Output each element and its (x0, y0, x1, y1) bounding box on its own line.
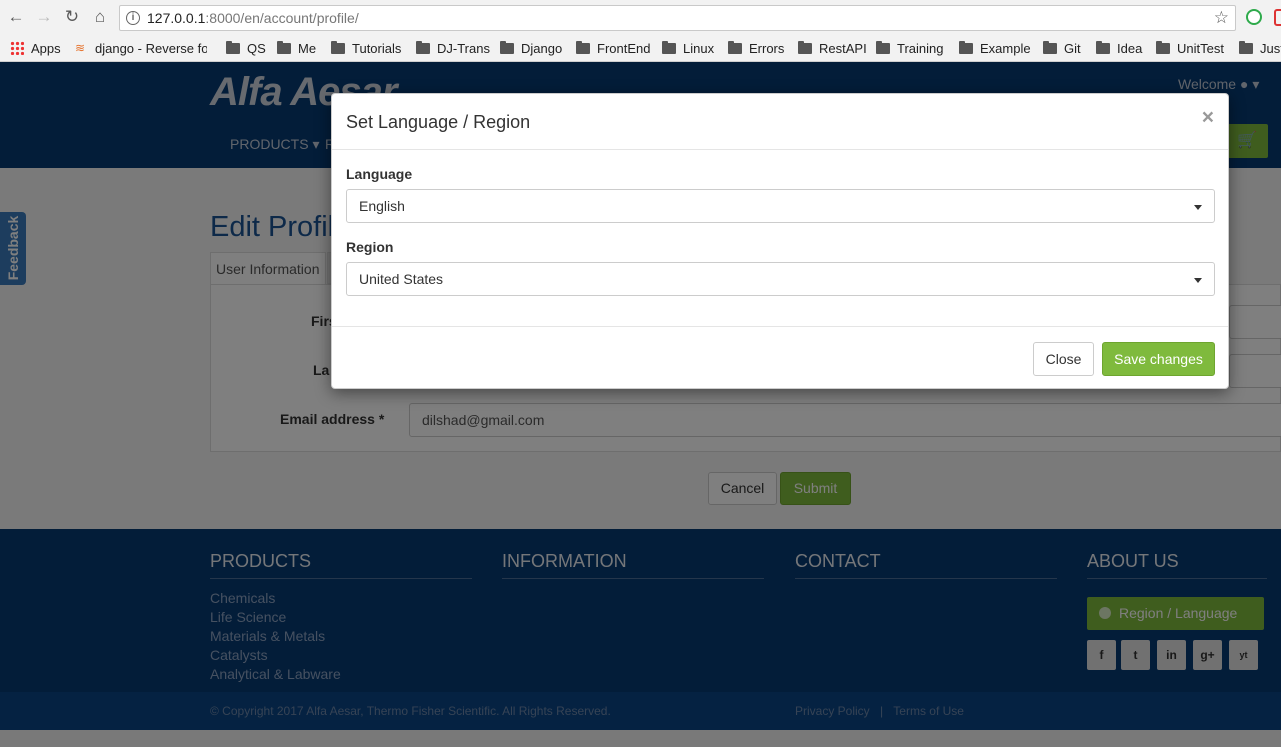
folder-icon (959, 40, 973, 54)
region-selected-value: United States (359, 271, 444, 287)
folder-icon (1043, 40, 1057, 54)
folder-icon (662, 40, 676, 54)
language-region-modal: Set Language / Region × Language English… (331, 93, 1229, 389)
folder-icon (1156, 40, 1170, 54)
bookmark-star-icon[interactable]: ☆ (1214, 8, 1229, 28)
bookmark-label: Idea (1117, 40, 1143, 56)
bookmark-label: Errors (749, 40, 785, 56)
bookmarks-bar: Apps ≋ django - Reverse for QS Me Tutoria… (0, 35, 1281, 62)
folder-icon (798, 40, 812, 54)
bookmark-label: Just (1260, 40, 1281, 56)
info-icon[interactable]: i (126, 11, 140, 25)
bookmark-dj-trans[interactable]: DJ-Trans (416, 39, 490, 57)
language-selected-value: English (359, 198, 405, 214)
home-icon[interactable]: ⌂ (90, 7, 110, 27)
chevron-down-icon (1194, 205, 1202, 210)
bookmark-just[interactable]: Just (1239, 39, 1281, 57)
bookmark-label: Django (521, 40, 563, 56)
save-changes-button[interactable]: Save changes (1102, 342, 1215, 376)
region-label: Region (346, 239, 394, 255)
chevron-down-icon (1194, 278, 1202, 283)
close-icon[interactable]: × (1202, 106, 1214, 130)
bookmark-label: Tutorials (352, 40, 402, 56)
folder-icon (331, 40, 345, 54)
address-bar[interactable]: i 127.0.0.1:8000/en/account/profile/ ☆ (119, 5, 1236, 31)
folder-icon (728, 40, 742, 54)
modal-footer: Close Save changes (332, 326, 1228, 390)
folder-icon (277, 40, 291, 54)
bookmark-label: FrontEnd (597, 40, 651, 56)
bookmark-git[interactable]: Git (1043, 39, 1081, 57)
bookmark-errors[interactable]: Errors (728, 39, 784, 57)
bookmark-django-reverse[interactable]: ≋ django - Reverse for (75, 39, 207, 57)
back-arrow-icon[interactable]: ← (6, 7, 26, 27)
folder-icon (500, 40, 514, 54)
bookmark-label: QS (247, 40, 266, 56)
bookmark-training[interactable]: Training (876, 39, 943, 57)
folder-icon (1239, 40, 1253, 54)
bookmark-label: django - Reverse for (95, 40, 207, 56)
bookmark-apps[interactable]: Apps (10, 39, 61, 57)
browser-toolbar: ← → ↻ ⌂ i 127.0.0.1:8000/en/account/prof… (0, 0, 1281, 35)
modal-header: Set Language / Region × (332, 94, 1228, 150)
bookmark-tutorials[interactable]: Tutorials (331, 39, 401, 57)
language-label: Language (346, 166, 413, 182)
modal-title: Set Language / Region (346, 112, 531, 132)
reload-icon[interactable]: ↻ (62, 7, 82, 27)
bookmark-linux[interactable]: Linux (662, 39, 714, 57)
stackoverflow-icon: ≋ (75, 41, 86, 55)
close-button[interactable]: Close (1033, 342, 1094, 376)
bookmark-label: DJ-Trans (437, 40, 490, 56)
forward-arrow-icon[interactable]: → (34, 7, 54, 27)
bookmark-django[interactable]: Django (500, 39, 562, 57)
bookmark-label: RestAPI (819, 40, 867, 56)
bookmark-label: Example (980, 40, 1031, 56)
bookmark-idea[interactable]: Idea (1096, 39, 1142, 57)
bookmark-qs[interactable]: QS (226, 39, 266, 57)
folder-icon (576, 40, 590, 54)
folder-icon (226, 40, 240, 54)
bookmark-label: Linux (683, 40, 715, 56)
hangouts-extension-icon[interactable] (1246, 9, 1262, 25)
folder-icon (416, 40, 430, 54)
bookmark-example[interactable]: Example (959, 39, 1031, 57)
bookmark-frontend[interactable]: FrontEnd (576, 39, 650, 57)
language-select[interactable]: English (346, 189, 1215, 223)
bookmark-label: UnitTest (1177, 40, 1224, 56)
bookmark-unittest[interactable]: UnitTest (1156, 39, 1224, 57)
apps-grid-icon (10, 41, 24, 55)
bookmark-restapi[interactable]: RestAPI (798, 39, 867, 57)
bookmark-me[interactable]: Me (277, 39, 316, 57)
folder-icon (1096, 40, 1110, 54)
bookmark-label: Me (298, 40, 317, 56)
extension-icon[interactable] (1274, 9, 1281, 26)
bookmark-label: Apps (31, 40, 61, 56)
bookmark-label: Training (897, 40, 944, 56)
url-text: 127.0.0.1:8000/en/account/profile/ (147, 10, 359, 26)
folder-icon (876, 40, 890, 54)
region-select[interactable]: United States (346, 262, 1215, 296)
bookmark-label: Git (1064, 40, 1081, 56)
